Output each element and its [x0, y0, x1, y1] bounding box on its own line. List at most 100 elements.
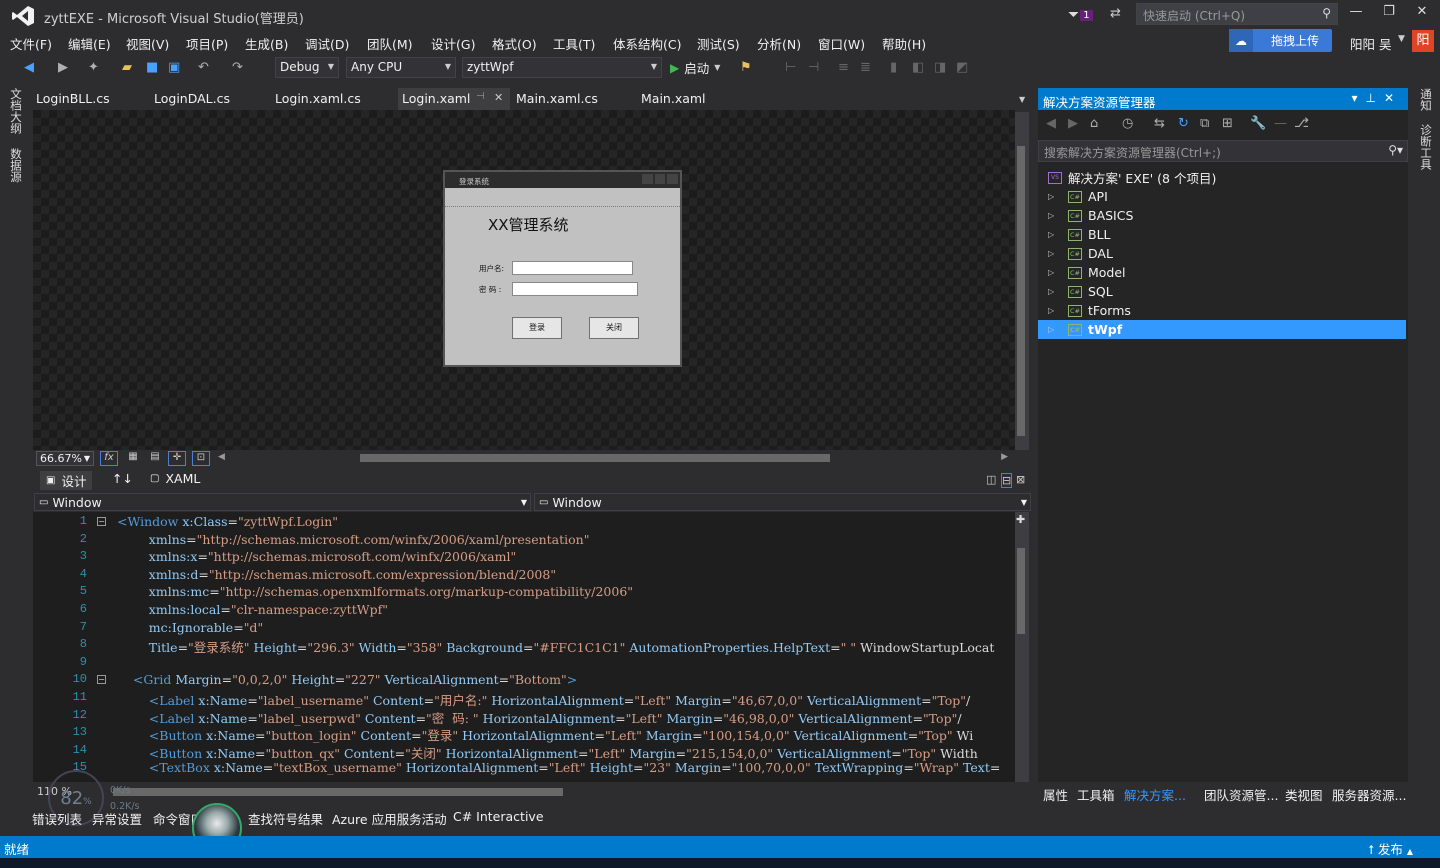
user-name[interactable]: 阳阳 吴 [1350, 34, 1391, 53]
menu-file[interactable]: 文件(F) [10, 34, 52, 53]
code-horizontal-scrollbar-thumb[interactable] [113, 788, 563, 796]
scrollbar-thumb[interactable] [1017, 146, 1025, 436]
login-window-preview[interactable]: 登录系统 XX管理系统 用户名: 密 码 : 登录 关闭 [443, 170, 682, 367]
tab-loginbll-cs[interactable]: LoginBLL.cs [32, 88, 114, 110]
tab-exception-settings[interactable]: 异常设置 [92, 809, 142, 828]
tab-login-xaml[interactable]: Login.xaml ⊣ ✕ [398, 88, 510, 110]
home-icon[interactable]: ⌂ [1090, 116, 1098, 131]
project-node[interactable]: ▷ C# tWpf [1038, 320, 1406, 339]
horizontal-split-icon[interactable]: ⊟ [1001, 473, 1013, 488]
snap-to-gridlines-icon[interactable]: ✛ [168, 451, 186, 466]
collapse-region-icon[interactable]: − [97, 675, 106, 685]
menu-team[interactable]: 团队(M) [367, 34, 413, 53]
designer-zoom-select[interactable]: 66.67% ▼ [36, 451, 94, 466]
class-diagram-icon[interactable]: ⎇ [1294, 116, 1309, 131]
menu-test[interactable]: 测试(S) [697, 34, 740, 53]
tab-find-symbol-results[interactable]: 查找符号结果 [248, 809, 323, 828]
menu-tools[interactable]: 工具(T) [553, 34, 595, 53]
toggle-effects-button[interactable]: fx [100, 451, 118, 466]
tab-login-xaml-cs[interactable]: Login.xaml.cs [271, 88, 365, 110]
menu-debug[interactable]: 调试(D) [305, 34, 349, 53]
member-select[interactable]: ▭ Window ▼ [534, 493, 1031, 511]
tab-design[interactable]: ▣ 设计 [40, 471, 93, 490]
xaml-code-editor[interactable]: 1 <Window x:Class="zyttWpf.Login" − 2 xmlns… [33, 512, 1015, 782]
open-file-icon[interactable]: ▰ [122, 60, 132, 75]
expand-icon[interactable]: ▷ [1048, 268, 1060, 277]
tab-error-list[interactable]: 错误列表 [32, 809, 82, 828]
publish-button[interactable]: ⭡ 发布 ▲ [1368, 839, 1413, 858]
forward-icon[interactable]: ▶ [1068, 116, 1078, 131]
save-all-icon[interactable]: ▣ [168, 60, 180, 75]
drag-upload-button[interactable]: ☁ 拖拽上传 [1229, 29, 1332, 52]
code-line[interactable]: 14 <Button x:Name="button_qx" Content="关… [33, 743, 1015, 761]
close-button[interactable]: ✕ [1408, 4, 1436, 24]
clear-bookmarks-icon[interactable]: ◩ [956, 60, 968, 75]
forward-icon[interactable]: ▶ [58, 60, 68, 75]
sync-icon[interactable]: ⇆ [1154, 116, 1165, 131]
chevron-down-icon[interactable]: ▾ [1351, 91, 1365, 105]
code-line[interactable]: 7 mc:Ignorable="d" [33, 620, 1015, 638]
code-line[interactable]: 11 <Label x:Name="label_username" Conten… [33, 690, 1015, 708]
platform-select[interactable]: Any CPU ▼ [346, 57, 456, 78]
menu-analyze[interactable]: 分析(N) [757, 34, 801, 53]
tab-csharp-interactive[interactable]: C# Interactive [453, 809, 544, 824]
collapse-all-icon[interactable]: ⧉ [1200, 116, 1209, 131]
new-project-icon[interactable]: ✦ [88, 60, 99, 75]
menu-architecture[interactable]: 体系结构(C) [613, 34, 681, 53]
back-icon[interactable]: ◀ [24, 60, 34, 75]
align-left-icon[interactable]: ⊢ [785, 60, 796, 75]
grid-lines-icon[interactable]: ▤ [146, 451, 164, 466]
code-line[interactable]: 2 xmlns="http://schemas.microsoft.com/wi… [33, 532, 1015, 550]
maximize-button[interactable]: ❐ [1375, 4, 1403, 24]
back-icon[interactable]: ◀ [1046, 116, 1056, 131]
project-node[interactable]: ▷ C# BASICS [1038, 206, 1406, 225]
code-line[interactable]: 8 Title="登录系统" Height="296.3" Width="358… [33, 637, 1015, 655]
expand-icon[interactable]: ▷ [1048, 211, 1060, 220]
code-line[interactable]: 12 <Label x:Name="label_userpwd" Content… [33, 708, 1015, 726]
close-icon[interactable]: ✕ [1384, 91, 1402, 105]
align-right-icon[interactable]: ⊣ [808, 60, 819, 75]
tab-class-view[interactable]: 类视图 [1285, 785, 1323, 804]
code-line[interactable]: 10 <Grid Margin="0,0,2,0" Height="227" V… [33, 672, 1015, 690]
tab-logindal-cs[interactable]: LoginDAL.cs [150, 88, 234, 110]
scroll-left-icon[interactable]: ◀ [218, 452, 225, 462]
expand-icon[interactable]: ▷ [1048, 192, 1060, 201]
tab-main-xaml[interactable]: Main.xaml [637, 88, 710, 110]
vertical-split-icon[interactable]: ◫ [986, 473, 996, 486]
scroll-right-icon[interactable]: ▶ [1001, 452, 1008, 462]
menu-design[interactable]: 设计(G) [431, 34, 475, 53]
pin-icon[interactable]: ⊥ [1365, 91, 1383, 105]
chevron-down-icon[interactable]: ▼ [1398, 34, 1405, 44]
project-node[interactable]: ▷ C# Model [1038, 263, 1406, 282]
project-node[interactable]: ▷ C# SQL [1038, 282, 1406, 301]
swap-panes-button[interactable]: ↑↓ [112, 471, 133, 486]
expand-icon[interactable]: ▷ [1048, 249, 1060, 258]
undo-icon[interactable]: ↶ [198, 60, 209, 75]
minimize-button[interactable]: — [1342, 4, 1370, 24]
bookmark-icon[interactable]: ▮ [890, 60, 897, 75]
grid-icon[interactable]: ▦ [124, 451, 142, 466]
feedback-icon[interactable]: ⇄ [1110, 6, 1121, 21]
refresh-icon[interactable]: ↻ [1178, 116, 1189, 131]
menu-build[interactable]: 生成(B) [245, 34, 288, 53]
collapse-pane-icon[interactable]: ⊠ [1016, 473, 1025, 486]
show-all-files-icon[interactable]: ⊞ [1222, 116, 1233, 131]
solution-node[interactable]: VS 解决方案' EXE' (8 个项目) [1038, 168, 1406, 187]
code-line[interactable]: 15 <TextBox x:Name="textBox_username" Ho… [33, 760, 1015, 778]
history-icon[interactable]: ◷ [1122, 116, 1133, 131]
element-type-select[interactable]: ▭ Window ▼ [34, 493, 531, 511]
project-node[interactable]: ▷ C# DAL [1038, 244, 1406, 263]
collapse-region-icon[interactable]: − [97, 517, 106, 526]
code-vertical-scrollbar[interactable]: ✚ [1015, 512, 1029, 782]
redo-icon[interactable]: ↷ [232, 60, 243, 75]
login-button[interactable]: 登录 [512, 317, 562, 339]
tab-server-explorer[interactable]: 服务器资源... [1332, 785, 1406, 804]
user-avatar[interactable]: 阳 [1412, 30, 1434, 52]
expand-icon[interactable]: ▷ [1048, 325, 1060, 334]
browser-link-icon[interactable]: ⚑ [740, 60, 752, 75]
chevron-down-icon[interactable]: ▼ [1019, 95, 1025, 104]
project-node[interactable]: ▷ C# tForms [1038, 301, 1406, 320]
close-icon[interactable]: ✕ [494, 91, 503, 104]
notifications-tab[interactable]: 通知 [1418, 88, 1434, 111]
properties-icon[interactable]: 🔧 [1250, 116, 1266, 131]
